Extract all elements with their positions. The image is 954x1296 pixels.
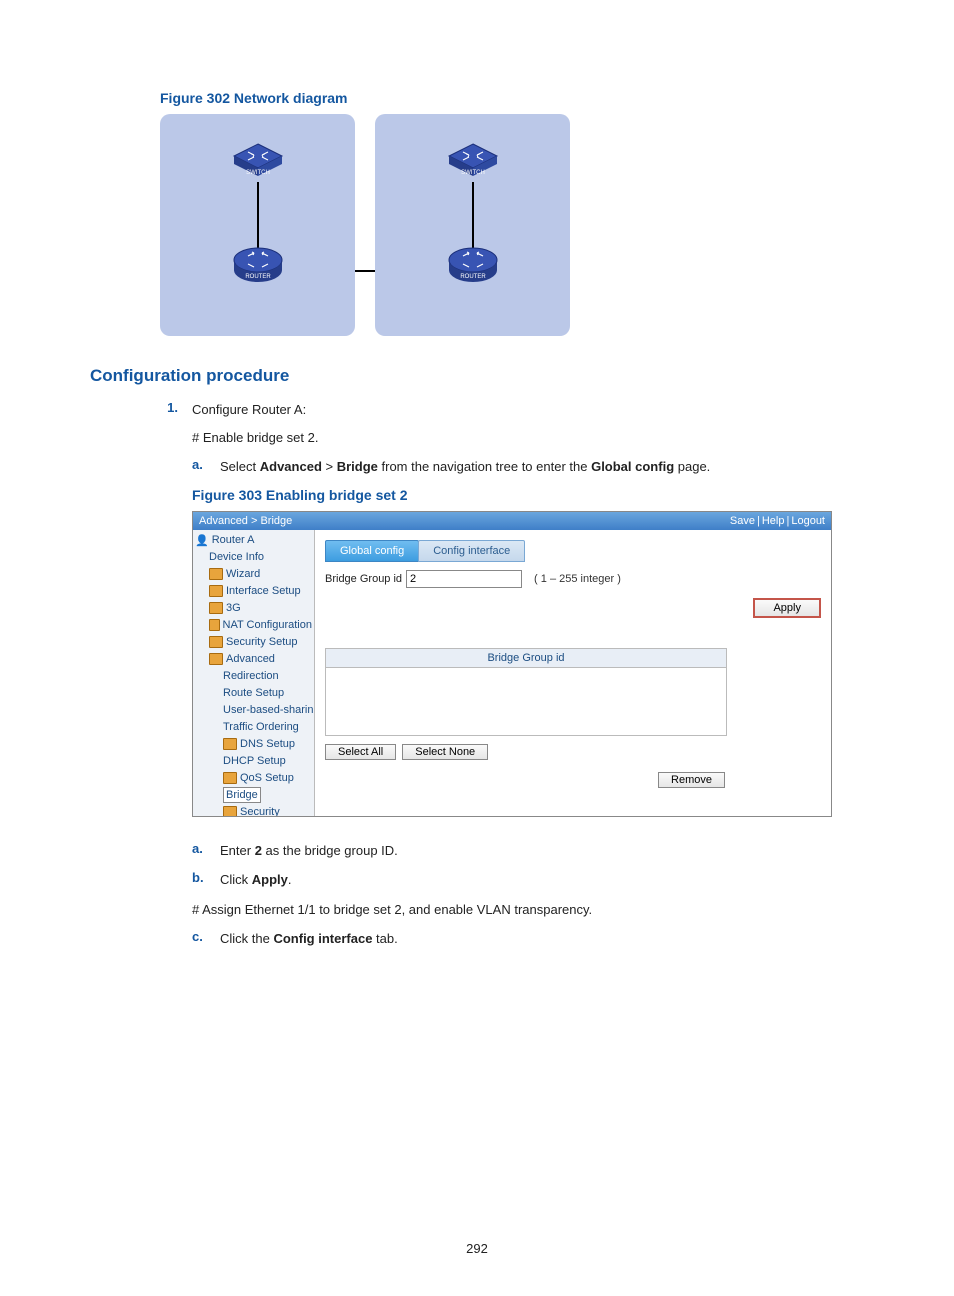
step-1: 1. Configure Router A:: [160, 400, 864, 420]
save-link[interactable]: Save: [730, 515, 755, 527]
tree-root[interactable]: 👤 Router A: [195, 534, 312, 547]
substep-a: a. Select Advanced > Bridge from the nav…: [192, 457, 864, 477]
step-number: 1.: [160, 400, 178, 420]
tree-sub-qos[interactable]: QoS Setup: [223, 770, 312, 787]
tree-item-nat[interactable]: NAT Configuration: [209, 617, 312, 634]
tab-config-interface[interactable]: Config interface: [418, 540, 525, 562]
substep-a2: a. Enter 2 as the bridge group ID.: [192, 841, 864, 861]
substep-text: Enter 2 as the bridge group ID.: [220, 841, 864, 861]
switch-icon: SWITCH: [230, 142, 286, 182]
substep-text: Click Apply.: [220, 870, 864, 890]
field-hint: ( 1 – 255 integer ): [534, 573, 621, 585]
content-panel: Global config Config interface Bridge Gr…: [315, 530, 831, 816]
svg-text:SWITCH: SWITCH: [461, 170, 485, 176]
tree-item-interface-setup[interactable]: Interface Setup: [209, 583, 312, 600]
comment-line: # Enable bridge set 2.: [192, 428, 864, 448]
figure-303-caption: Figure 303 Enabling bridge set 2: [192, 487, 864, 503]
substep-letter: a.: [192, 457, 208, 477]
field-label: Bridge Group id: [325, 573, 402, 585]
tree-sub-bridge[interactable]: Bridge: [223, 787, 312, 804]
network-diagram: SWITCH ROUTER SWITCH: [160, 114, 864, 336]
folder-icon: [209, 568, 223, 580]
breadcrumb-bar: Advanced > Bridge Save|Help|Logout: [193, 512, 831, 530]
router-icon: ROUTER: [230, 242, 286, 288]
tree-sub-user-sharing[interactable]: User-based-sharin: [223, 702, 312, 719]
breadcrumb: Advanced > Bridge: [199, 515, 292, 527]
substep-b2: b. Click Apply.: [192, 870, 864, 890]
substep-text: Select Advanced > Bridge from the naviga…: [220, 457, 864, 477]
tree-sub-redirection[interactable]: Redirection: [223, 668, 312, 685]
form-row: Bridge Group id ( 1 – 255 integer ): [325, 570, 821, 588]
substep-letter: a.: [192, 841, 208, 861]
substep-text: Click the Config interface tab.: [220, 929, 864, 949]
apply-button[interactable]: Apply: [753, 598, 821, 618]
tabs: Global config Config interface: [325, 540, 821, 562]
tree-item-wizard[interactable]: Wizard: [209, 566, 312, 583]
device-icon: 👤: [195, 534, 209, 547]
logout-link[interactable]: Logout: [791, 515, 825, 527]
step-text: Configure Router A:: [192, 400, 864, 420]
folder-icon: [209, 602, 223, 614]
figure-302-caption: Figure 302 Network diagram: [160, 90, 864, 106]
grid: Bridge Group id: [325, 648, 727, 736]
substep-letter: c.: [192, 929, 208, 949]
tab-global-config[interactable]: Global config: [325, 540, 419, 562]
remove-button[interactable]: Remove: [658, 772, 725, 788]
tree-item-device-info[interactable]: Device Info: [209, 549, 312, 566]
folder-icon: [223, 772, 237, 784]
header-links: Save|Help|Logout: [730, 515, 825, 527]
router-icon: ROUTER: [445, 242, 501, 288]
folder-icon: [209, 636, 223, 648]
tree-sub-security[interactable]: Security: [223, 804, 312, 816]
help-link[interactable]: Help: [762, 515, 785, 527]
grid-header: Bridge Group id: [326, 649, 726, 668]
page-number: 292: [0, 1241, 954, 1256]
svg-text:SWITCH: SWITCH: [246, 170, 270, 176]
svg-text:ROUTER: ROUTER: [245, 274, 271, 280]
tree-sub-dns[interactable]: DNS Setup: [223, 736, 312, 753]
select-all-button[interactable]: Select All: [325, 744, 396, 760]
switch-icon: SWITCH: [445, 142, 501, 182]
folder-icon: [223, 806, 237, 816]
svg-text:ROUTER: ROUTER: [460, 274, 486, 280]
folder-icon: [209, 653, 223, 665]
folder-icon: [223, 738, 237, 750]
screenshot-panel: Advanced > Bridge Save|Help|Logout 👤 Rou…: [192, 511, 832, 817]
comment-line: # Assign Ethernet 1/1 to bridge set 2, a…: [192, 900, 864, 920]
substep-letter: b.: [192, 870, 208, 890]
diagram-left: SWITCH ROUTER: [160, 114, 355, 336]
tree-sub-route[interactable]: Route Setup: [223, 685, 312, 702]
substep-c2: c. Click the Config interface tab.: [192, 929, 864, 949]
tree-sub-dhcp[interactable]: DHCP Setup: [223, 753, 312, 770]
nav-tree: 👤 Router A Device Info Wizard Interface …: [193, 530, 315, 816]
diagram-right: SWITCH ROUTER: [375, 114, 570, 336]
select-none-button[interactable]: Select None: [402, 744, 488, 760]
folder-icon: [209, 585, 223, 597]
tree-sub-traffic[interactable]: Traffic Ordering: [223, 719, 312, 736]
bridge-group-id-input[interactable]: [406, 570, 522, 588]
folder-icon: [209, 619, 220, 631]
tree-item-3g[interactable]: 3G: [209, 600, 312, 617]
tree-item-advanced[interactable]: Advanced: [209, 651, 312, 668]
tree-item-security-setup[interactable]: Security Setup: [209, 634, 312, 651]
section-title: Configuration procedure: [90, 366, 864, 386]
